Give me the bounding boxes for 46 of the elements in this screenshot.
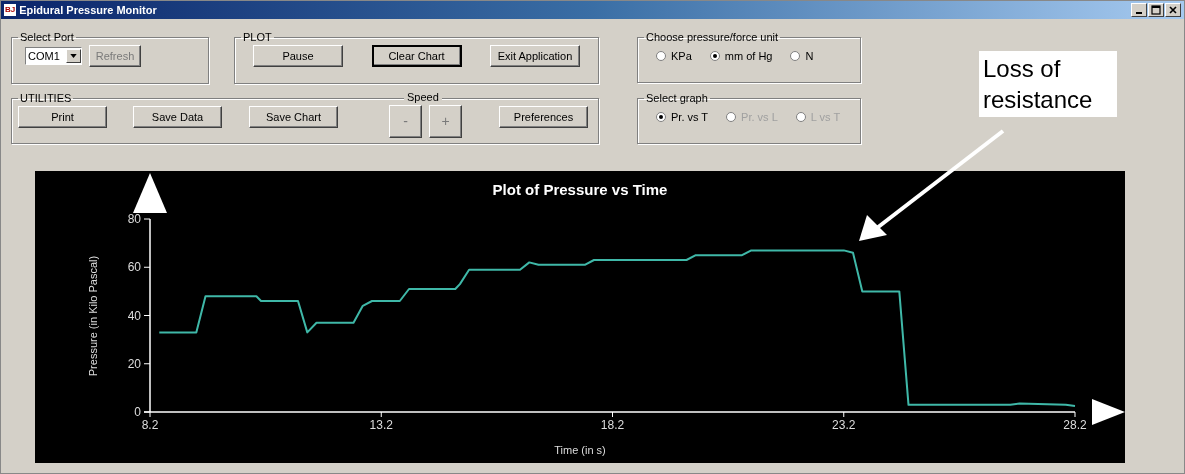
group-title: PLOT	[242, 31, 273, 43]
chart-title: Plot of Pressure vs Time	[492, 181, 668, 198]
radio-dot[interactable]	[790, 51, 801, 61]
plot-button[interactable]: Pause	[253, 45, 343, 67]
x-tick-label: 13.2	[369, 418, 393, 432]
unit-radio[interactable]: N	[790, 50, 814, 62]
close-button[interactable]	[1165, 3, 1181, 17]
speed-label: Speed	[404, 91, 442, 103]
plot-button[interactable]: Exit Application	[490, 45, 580, 67]
group-title: Select graph	[645, 92, 709, 104]
x-tick-label: 18.2	[600, 418, 625, 432]
app-icon: BJ	[4, 4, 17, 16]
unit-radio[interactable]: mm of Hg	[709, 50, 773, 62]
y-axis-label: Pressure (in Kilo Pascal)	[87, 255, 99, 377]
x-tick-label: 28.2	[1063, 418, 1087, 432]
minimize-button[interactable]	[1131, 3, 1147, 17]
minimize-icon	[1136, 12, 1142, 14]
y-tick-label: 80	[127, 212, 141, 226]
y-tick-label: 60	[127, 260, 141, 275]
x-tick-label: 8.2	[141, 418, 159, 432]
close-icon	[1168, 5, 1178, 15]
utility-button[interactable]: Preferences	[499, 106, 588, 128]
y-tick-label: 40	[127, 308, 141, 323]
graph-radio[interactable]: Pr. vs T	[656, 111, 709, 123]
right-arrowhead-icon	[1092, 399, 1125, 425]
radio-dot[interactable]	[656, 112, 666, 122]
window-title: Epidural Pressure Monitor	[19, 4, 158, 16]
maximize-button[interactable]	[1148, 3, 1164, 17]
group-title: Choose pressure/force unit	[645, 31, 780, 43]
utility-button[interactable]: Save Chart	[249, 106, 338, 128]
x-tick-label: 23.2	[832, 418, 856, 432]
up-arrowhead-icon	[133, 173, 167, 213]
port-dropdown[interactable]: COM1	[25, 47, 82, 65]
y-tick-label: 0	[134, 405, 141, 419]
callout-label: Loss of resistance	[979, 51, 1117, 117]
radio-dot[interactable]	[656, 51, 666, 61]
x-axis-label: Time (in s)	[554, 444, 606, 456]
utility-button[interactable]: Print	[18, 106, 107, 128]
group-title: UTILITIES	[19, 92, 73, 104]
group-title: Select Port	[19, 31, 75, 43]
y-tick-label: 20	[127, 356, 141, 371]
utility-button[interactable]: Save Data	[133, 106, 222, 128]
unit-radio[interactable]: KPa	[656, 50, 692, 62]
plot-button[interactable]: Clear Chart	[371, 45, 462, 67]
radio-dot[interactable]	[709, 51, 720, 61]
maximize-icon	[1151, 5, 1161, 15]
